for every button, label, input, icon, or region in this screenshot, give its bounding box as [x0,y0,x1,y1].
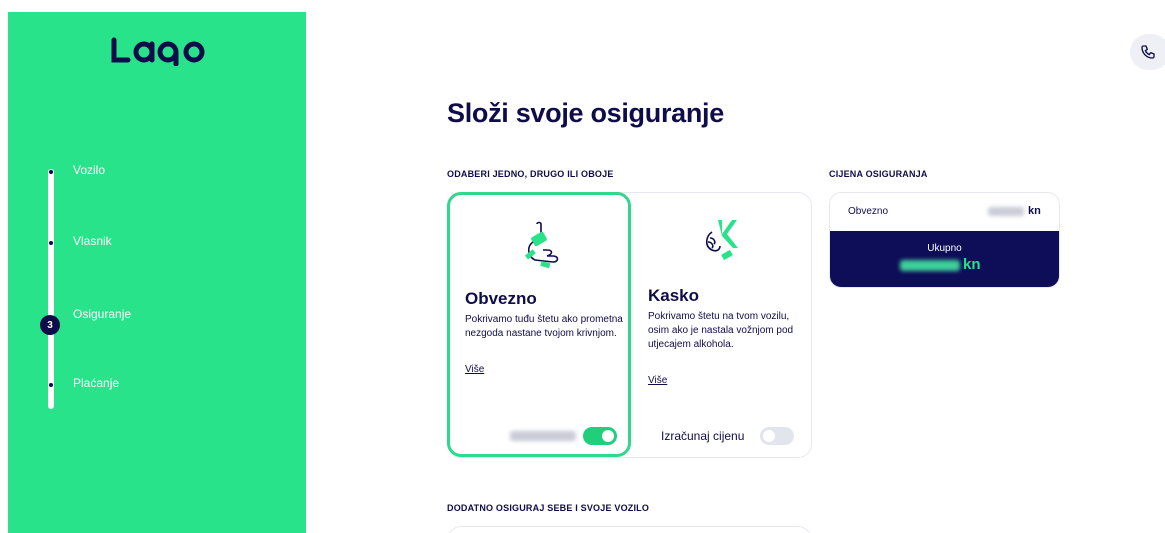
card-obvezno-more-link[interactable]: Više [465,364,484,375]
step-osiguranje[interactable]: Osiguranje [73,307,131,321]
card-kasko-title: Kasko [648,286,700,305]
card-kasko-description: Pokrivamo štetu na tvom vozilu, osim ako… [648,311,794,350]
hand-pointer-icon [524,221,559,269]
extra-coverage-card [447,526,812,533]
laqo-logo[interactable] [110,34,210,66]
phone-icon [1141,45,1155,59]
step-dot-vozilo [49,170,53,174]
price-total-label: Ukupno [927,243,962,254]
price-total: Ukupno kn [830,231,1059,287]
step-dot-placanje [49,383,53,387]
kasko-toggle[interactable] [760,427,794,445]
step-active-badge: 3 [40,315,60,335]
price-summary-card: Obvezno kn Ukupno kn [829,192,1060,288]
card-kasko-more-link[interactable]: Više [648,375,667,386]
card-kasko[interactable]: Kasko Pokrivamo štetu na tvom vozilu, os… [634,192,812,458]
price-section-label: CIJENA OSIGURANJA [829,169,928,179]
card-obvezno-title: Obvezno [465,289,537,308]
step-progress-track [48,169,54,409]
step-placanje[interactable]: Plaćanje [73,376,119,390]
call-button[interactable] [1130,34,1165,70]
page-title: Složi svoje osiguranje [447,98,724,128]
step-vlasnik[interactable]: Vlasnik [73,234,112,248]
card-obvezno[interactable]: Obvezno Pokrivamo tuđu štetu ako prometn… [447,192,631,457]
price-row-obvezno: Obvezno kn [830,193,1059,231]
extra-section-label: DODATNO OSIGURAJ SEBE I SVOJE VOZILO [447,503,650,513]
price-row-label: Obvezno [848,206,889,217]
price-row-currency: kn [1028,205,1041,217]
hand-k-icon [705,220,738,261]
step-dot-vlasnik [49,241,53,245]
choose-section-label: ODABERI JEDNO, DRUGO ILI OBOJE [447,169,614,179]
price-total-value-blurred [900,260,960,271]
kasko-calc-label: Izračunaj cijenu [661,429,745,443]
price-row-value-blurred [988,207,1024,216]
sidebar: Vozilo Vlasnik 3 Osiguranje Plaćanje [8,12,306,533]
obvezno-price-blurred [510,431,576,441]
card-obvezno-description: Pokrivamo tuđu štetu ako prometna nezgod… [465,314,623,339]
price-total-currency: kn [963,256,981,273]
step-vozilo[interactable]: Vozilo [73,163,105,177]
obvezno-toggle[interactable] [583,427,617,445]
